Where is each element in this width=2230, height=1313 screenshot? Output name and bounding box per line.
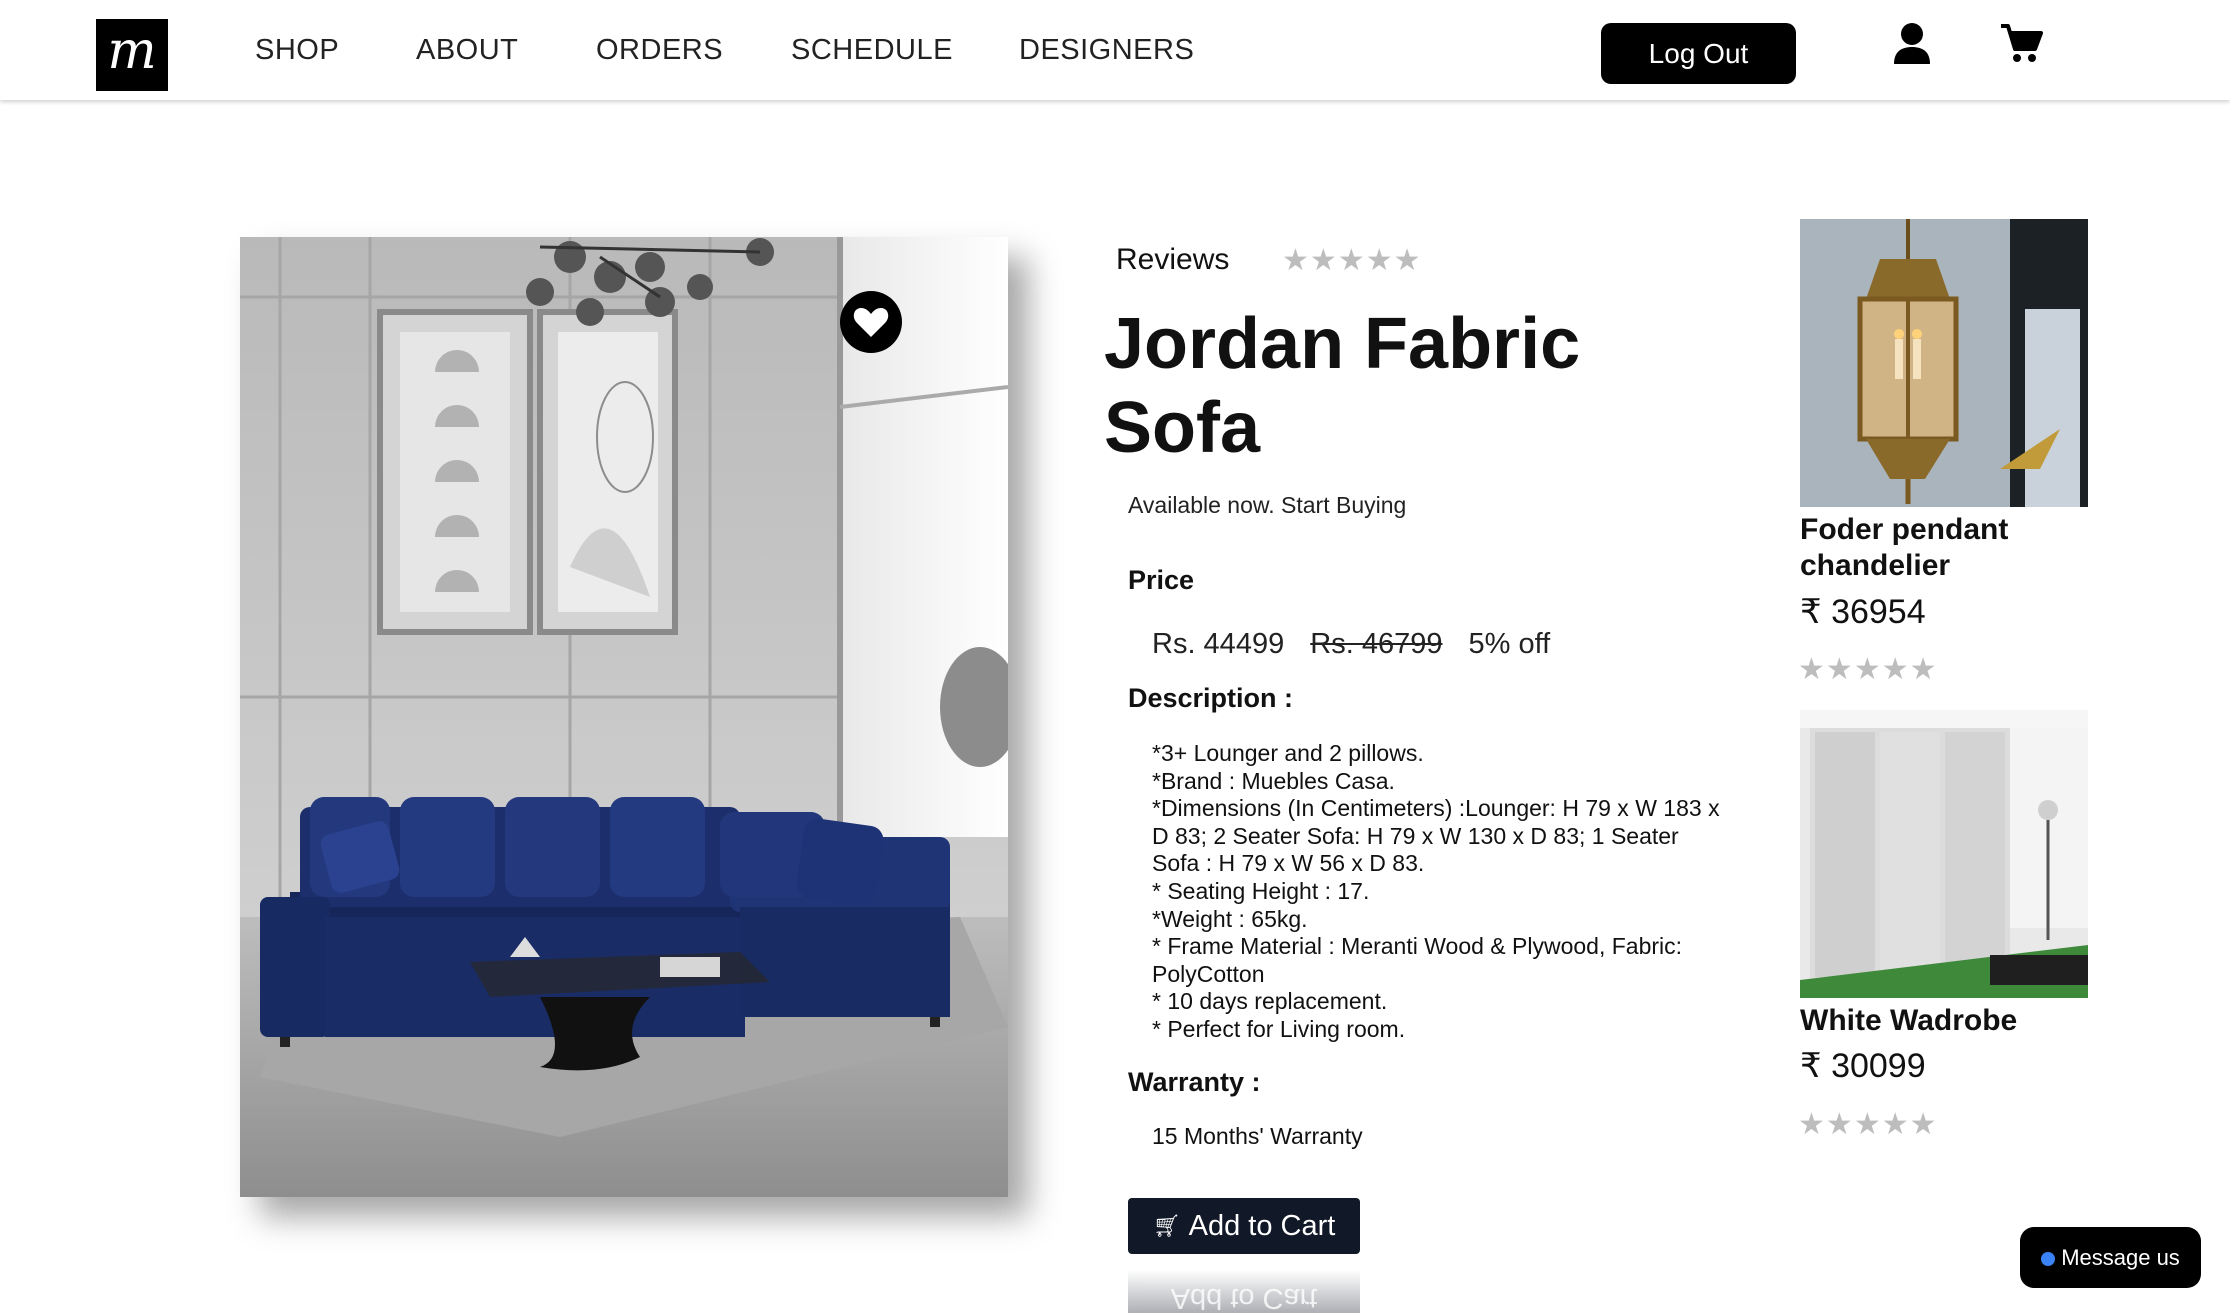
related-item-price: ₹ 36954 <box>1800 593 1926 631</box>
current-price: Rs. 44499 <box>1152 628 1285 660</box>
star-icon[interactable]: ★ <box>1366 246 1393 276</box>
message-us-label: Message us <box>2061 1245 2180 1270</box>
wishlist-button[interactable] <box>840 291 902 353</box>
top-nav-bar: m SHOP ABOUT ORDERS SCHEDULE DESIGNERS L… <box>0 0 2230 100</box>
star-icon: ★ <box>1881 652 1909 687</box>
product-rating-stars[interactable]: ★ ★ ★ ★ ★ <box>1282 246 1421 276</box>
user-icon[interactable] <box>1892 22 1932 64</box>
star-icon: ★ <box>1909 652 1937 687</box>
online-status-dot <box>2041 1252 2056 1266</box>
description-line: * Frame Material : Meranti Wood & Plywoo… <box>1152 933 1683 987</box>
add-to-cart-label: Add to Cart <box>1188 1210 1336 1242</box>
nav-schedule[interactable]: SCHEDULE <box>791 34 953 67</box>
star-icon: ★ <box>1853 652 1881 687</box>
description-list: *3+ Lounger and 2 pillows. *Brand : Mueb… <box>1152 740 1732 1044</box>
wardrobe-photo <box>1800 710 2088 998</box>
description-line: *Weight : 65kg. <box>1152 905 1308 932</box>
star-icon: ★ <box>1798 1107 1825 1142</box>
warranty-text: 15 Months' Warranty <box>1152 1123 1363 1149</box>
heart-icon <box>853 308 889 337</box>
nav-designers[interactable]: DESIGNERS <box>1019 34 1194 67</box>
add-to-cart-reflection-label: Add to Cart <box>1170 1282 1318 1313</box>
brand-logo[interactable]: m <box>96 19 168 91</box>
star-icon[interactable]: ★ <box>1338 246 1365 276</box>
description-line: * 10 days replacement. <box>1152 988 1388 1015</box>
sofa-photo <box>240 237 1008 1197</box>
star-icon: ★ <box>1909 1107 1937 1142</box>
related-item-price: ₹ 30099 <box>1800 1047 1926 1085</box>
price-row: Rs. 44499 Rs. 46799 5% off <box>1152 628 1568 661</box>
chandelier-photo <box>1800 219 2088 507</box>
add-to-cart-reflection: Add to Cart <box>1128 1270 1360 1313</box>
description-line: *Brand : Muebles Casa. <box>1152 767 1395 794</box>
star-icon: ★ <box>1825 652 1853 687</box>
brand-logo-text: m <box>107 21 157 81</box>
message-us-button[interactable]: Message us <box>2020 1227 2201 1288</box>
logout-button[interactable]: Log Out <box>1601 23 1796 84</box>
related-item-rating-stars: ★ ★ ★ ★ ★ <box>1798 1110 1937 1140</box>
product-image <box>240 237 1008 1197</box>
star-icon[interactable]: ★ <box>1394 246 1421 276</box>
cart-icon: 🛒︎ <box>1152 1213 1181 1238</box>
price-heading: Price <box>1128 565 1195 595</box>
description-line: *3+ Lounger and 2 pillows. <box>1152 740 1424 766</box>
star-icon: ★ <box>1798 652 1825 687</box>
original-price: Rs. 46799 <box>1310 628 1443 660</box>
nav-about[interactable]: ABOUT <box>416 34 518 67</box>
related-item-name[interactable]: Foder pendant chandelier <box>1800 512 2100 584</box>
nav-orders[interactable]: ORDERS <box>596 34 723 67</box>
nav-shop[interactable]: SHOP <box>255 34 339 67</box>
description-line: * Perfect for Living room. <box>1152 1015 1406 1042</box>
warranty-heading: Warranty : <box>1128 1067 1261 1097</box>
star-icon[interactable]: ★ <box>1310 246 1337 276</box>
star-icon: ★ <box>1853 1107 1881 1142</box>
related-item-rating-stars: ★ ★ ★ ★ ★ <box>1798 655 1937 685</box>
description-line: *Dimensions (In Centimeters) :Lounger: H… <box>1152 795 1720 877</box>
add-to-cart-button[interactable]: 🛒︎ Add to Cart <box>1128 1198 1360 1254</box>
product-title: Jordan Fabric Sofa <box>1104 304 1581 468</box>
availability-text: Available now. Start Buying <box>1128 492 1407 518</box>
discount-badge: 5% off <box>1468 628 1551 660</box>
star-icon: ★ <box>1881 1107 1909 1142</box>
description-line: * Seating Height : 17. <box>1152 877 1370 904</box>
cart-icon[interactable] <box>1999 23 2043 65</box>
description-heading: Description : <box>1128 683 1294 713</box>
star-icon[interactable]: ★ <box>1282 246 1309 276</box>
related-item-image-wardrobe[interactable] <box>1800 710 2088 998</box>
related-item-name[interactable]: White Wadrobe <box>1800 1003 2100 1039</box>
related-item-image-chandelier[interactable] <box>1800 219 2088 507</box>
star-icon: ★ <box>1825 1107 1853 1142</box>
reviews-label: Reviews <box>1116 243 1230 276</box>
